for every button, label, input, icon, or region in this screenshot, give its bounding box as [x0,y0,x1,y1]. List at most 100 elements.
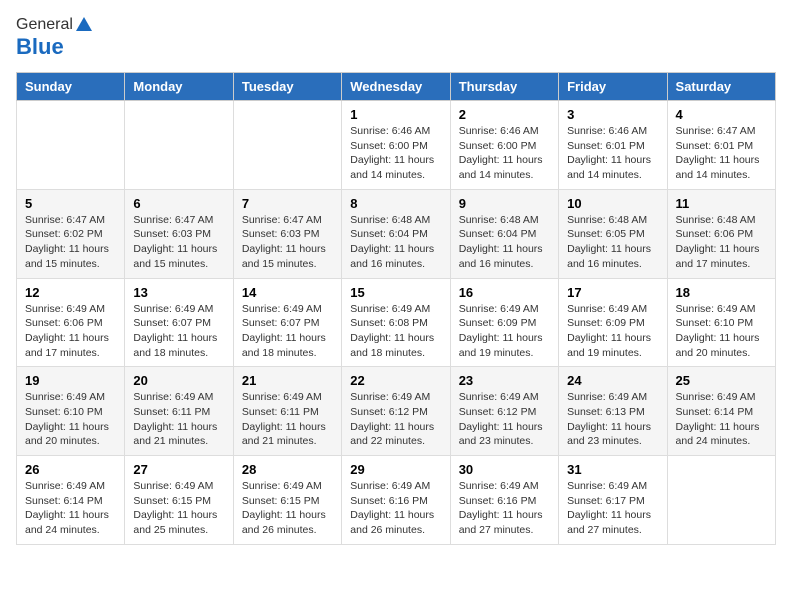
day-cell: 24 Sunrise: 6:49 AMSunset: 6:13 PMDayligh… [559,367,667,456]
day-number: 20 [133,373,224,388]
day-number: 5 [25,196,116,211]
day-number: 7 [242,196,333,211]
day-cell: 23Sunrise: 6:49 AMSunset: 6:12 PMDayligh… [450,367,558,456]
weekday-header-wednesday: Wednesday [342,73,450,101]
day-info: Sunrise: 6:49 AMSunset: 6:10 PMDaylight:… [676,302,767,361]
day-info: Sunrise: 6:49 AMSunset: 6:16 PMDaylight:… [459,479,550,538]
page-header: General Blue [16,16,776,60]
day-cell: 28 Sunrise: 6:49 AMSunset: 6:15 PMDayligh… [233,456,341,545]
day-cell: 2 Sunrise: 6:46 AMSunset: 6:00 PMDaylight… [450,101,558,190]
day-number: 2 [459,107,550,122]
day-cell: 16Sunrise: 6:49 AMSunset: 6:09 PMDayligh… [450,278,558,367]
day-info: Sunrise: 6:49 AMSunset: 6:14 PMDaylight:… [25,479,116,538]
day-cell: 7 Sunrise: 6:47 AMSunset: 6:03 PMDaylight… [233,189,341,278]
day-info: Sunrise: 6:47 AMSunset: 6:03 PMDaylight:… [242,213,333,272]
day-number: 10 [567,196,658,211]
logo-icon [75,16,93,34]
day-number: 31 [567,462,658,477]
weekday-header-monday: Monday [125,73,233,101]
day-cell: 1Sunrise: 6:46 AMSunset: 6:00 PMDaylight… [342,101,450,190]
week-row-5: 26 Sunrise: 6:49 AMSunset: 6:14 PMDayligh… [17,456,776,545]
day-info: Sunrise: 6:49 AMSunset: 6:14 PMDaylight:… [676,390,767,449]
week-row-1: 1Sunrise: 6:46 AMSunset: 6:00 PMDaylight… [17,101,776,190]
day-cell: 19Sunrise: 6:49 AMSunset: 6:10 PMDayligh… [17,367,125,456]
day-info: Sunrise: 6:49 AMSunset: 6:08 PMDaylight:… [350,302,441,361]
day-cell: 6 Sunrise: 6:47 AMSunset: 6:03 PMDaylight… [125,189,233,278]
day-info: Sunrise: 6:49 AMSunset: 6:09 PMDaylight:… [567,302,658,361]
day-number: 23 [459,373,550,388]
day-number: 18 [676,285,767,300]
day-info: Sunrise: 6:49 AMSunset: 6:16 PMDaylight:… [350,479,441,538]
day-cell: 13 Sunrise: 6:49 AMSunset: 6:07 PMDayligh… [125,278,233,367]
day-cell: 9 Sunrise: 6:48 AMSunset: 6:04 PMDaylight… [450,189,558,278]
day-info: Sunrise: 6:49 AMSunset: 6:17 PMDaylight:… [567,479,658,538]
day-cell: 4Sunrise: 6:47 AMSunset: 6:01 PMDaylight… [667,101,775,190]
day-cell [233,101,341,190]
day-number: 28 [242,462,333,477]
day-number: 12 [25,285,116,300]
day-cell: 12Sunrise: 6:49 AMSunset: 6:06 PMDayligh… [17,278,125,367]
day-number: 4 [676,107,767,122]
day-number: 21 [242,373,333,388]
day-cell: 30Sunrise: 6:49 AMSunset: 6:16 PMDayligh… [450,456,558,545]
day-cell: 5 Sunrise: 6:47 AMSunset: 6:02 PMDaylight… [17,189,125,278]
day-info: Sunrise: 6:47 AMSunset: 6:03 PMDaylight:… [133,213,224,272]
weekday-header-thursday: Thursday [450,73,558,101]
day-info: Sunrise: 6:49 AMSunset: 6:12 PMDaylight:… [350,390,441,449]
day-info: Sunrise: 6:46 AMSunset: 6:00 PMDaylight:… [350,124,441,183]
day-number: 19 [25,373,116,388]
day-info: Sunrise: 6:49 AMSunset: 6:11 PMDaylight:… [133,390,224,449]
day-info: Sunrise: 6:49 AMSunset: 6:13 PMDaylight:… [567,390,658,449]
day-number: 26 [25,462,116,477]
weekday-header-tuesday: Tuesday [233,73,341,101]
day-cell: 11Sunrise: 6:48 AMSunset: 6:06 PMDayligh… [667,189,775,278]
weekday-header-saturday: Saturday [667,73,775,101]
day-info: Sunrise: 6:49 AMSunset: 6:07 PMDaylight:… [242,302,333,361]
week-row-4: 19Sunrise: 6:49 AMSunset: 6:10 PMDayligh… [17,367,776,456]
day-number: 13 [133,285,224,300]
day-cell: 31 Sunrise: 6:49 AMSunset: 6:17 PMDayligh… [559,456,667,545]
day-info: Sunrise: 6:49 AMSunset: 6:15 PMDaylight:… [133,479,224,538]
day-info: Sunrise: 6:46 AMSunset: 6:01 PMDaylight:… [567,124,658,183]
day-number: 6 [133,196,224,211]
day-info: Sunrise: 6:49 AMSunset: 6:07 PMDaylight:… [133,302,224,361]
day-cell: 20 Sunrise: 6:49 AMSunset: 6:11 PMDayligh… [125,367,233,456]
weekday-header-sunday: Sunday [17,73,125,101]
day-number: 9 [459,196,550,211]
day-number: 29 [350,462,441,477]
day-info: Sunrise: 6:47 AMSunset: 6:02 PMDaylight:… [25,213,116,272]
day-number: 8 [350,196,441,211]
day-info: Sunrise: 6:48 AMSunset: 6:06 PMDaylight:… [676,213,767,272]
day-cell [125,101,233,190]
day-cell: 29 Sunrise: 6:49 AMSunset: 6:16 PMDayligh… [342,456,450,545]
day-info: Sunrise: 6:48 AMSunset: 6:05 PMDaylight:… [567,213,658,272]
week-row-3: 12Sunrise: 6:49 AMSunset: 6:06 PMDayligh… [17,278,776,367]
day-number: 3 [567,107,658,122]
week-row-2: 5 Sunrise: 6:47 AMSunset: 6:02 PMDaylight… [17,189,776,278]
day-cell [667,456,775,545]
day-info: Sunrise: 6:48 AMSunset: 6:04 PMDaylight:… [459,213,550,272]
day-number: 17 [567,285,658,300]
day-cell: 17 Sunrise: 6:49 AMSunset: 6:09 PMDayligh… [559,278,667,367]
day-info: Sunrise: 6:46 AMSunset: 6:00 PMDaylight:… [459,124,550,183]
day-number: 27 [133,462,224,477]
day-info: Sunrise: 6:49 AMSunset: 6:11 PMDaylight:… [242,390,333,449]
day-number: 15 [350,285,441,300]
day-cell: 14 Sunrise: 6:49 AMSunset: 6:07 PMDayligh… [233,278,341,367]
day-cell: 8 Sunrise: 6:48 AMSunset: 6:04 PMDaylight… [342,189,450,278]
day-number: 24 [567,373,658,388]
day-cell: 26 Sunrise: 6:49 AMSunset: 6:14 PMDayligh… [17,456,125,545]
day-number: 22 [350,373,441,388]
day-cell: 18 Sunrise: 6:49 AMSunset: 6:10 PMDayligh… [667,278,775,367]
day-number: 14 [242,285,333,300]
day-cell: 22 Sunrise: 6:49 AMSunset: 6:12 PMDayligh… [342,367,450,456]
logo: General Blue [16,16,93,60]
weekday-header-friday: Friday [559,73,667,101]
day-number: 16 [459,285,550,300]
day-info: Sunrise: 6:49 AMSunset: 6:15 PMDaylight:… [242,479,333,538]
day-cell [17,101,125,190]
day-number: 25 [676,373,767,388]
day-info: Sunrise: 6:48 AMSunset: 6:04 PMDaylight:… [350,213,441,272]
day-cell: 3 Sunrise: 6:46 AMSunset: 6:01 PMDaylight… [559,101,667,190]
day-cell: 10 Sunrise: 6:48 AMSunset: 6:05 PMDayligh… [559,189,667,278]
